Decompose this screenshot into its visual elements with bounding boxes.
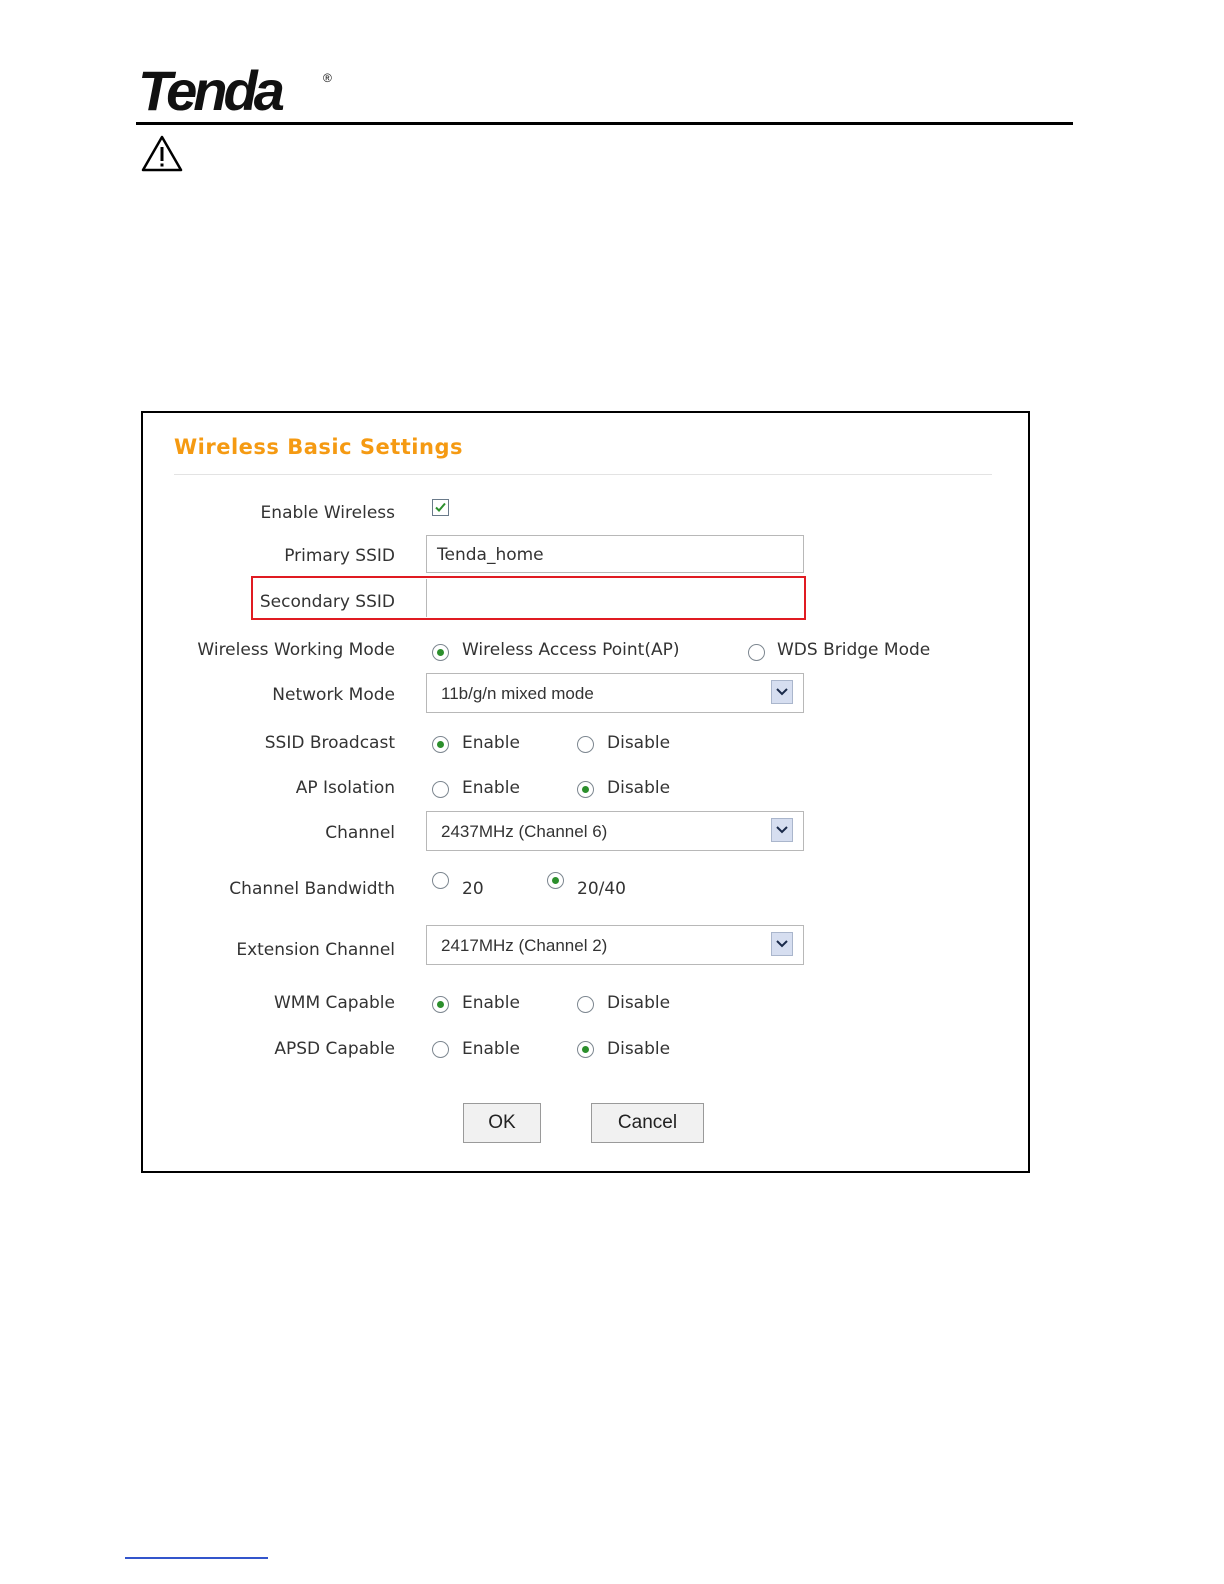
primary-ssid-input[interactable]: Tenda_home (426, 535, 804, 573)
ssid-broadcast-label: SSID Broadcast (264, 733, 395, 753)
extension-channel-select[interactable]: 2417MHz (Channel 2) (426, 925, 804, 965)
enable-wireless-label: Enable Wireless (260, 503, 395, 523)
ap-isolation-disable-label: Disable (607, 778, 671, 798)
ssid-broadcast-enable-label: Enable (462, 733, 520, 753)
wmm-enable-radio[interactable] (432, 996, 449, 1013)
apsd-disable-radio[interactable] (577, 1041, 594, 1058)
channel-label: Channel (325, 823, 395, 843)
channel-value: 2437MHz (Channel 6) (441, 822, 608, 841)
logo-registered-mark: ® (323, 71, 332, 85)
checkmark-icon (435, 502, 446, 512)
network-mode-label: Network Mode (272, 685, 395, 705)
ap-isolation-label: AP Isolation (295, 778, 395, 798)
working-mode-ap-radio[interactable] (432, 644, 449, 661)
working-mode-label: Wireless Working Mode (197, 640, 395, 660)
header-rule (136, 122, 1073, 125)
ap-isolation-enable-radio[interactable] (432, 781, 449, 798)
wmm-enable-label: Enable (462, 993, 520, 1013)
ap-isolation-enable-label: Enable (462, 778, 520, 798)
footer-link-underline (125, 1557, 268, 1559)
working-mode-wds-radio[interactable] (748, 644, 765, 661)
ssid-broadcast-disable-label: Disable (607, 733, 671, 753)
warning-triangle-icon (140, 134, 184, 174)
secondary-ssid-highlight-box (251, 576, 806, 620)
chevron-down-icon[interactable] (771, 680, 793, 704)
logo-text: Tenda (138, 62, 284, 117)
ssid-broadcast-disable-radio[interactable] (577, 736, 594, 753)
channel-bandwidth-label: Channel Bandwidth (229, 879, 395, 899)
working-mode-wds-label: WDS Bridge Mode (777, 640, 931, 660)
enable-wireless-checkbox[interactable] (432, 499, 449, 516)
chevron-down-icon[interactable] (771, 818, 793, 842)
network-mode-value: 11b/g/n mixed mode (441, 684, 594, 703)
wmm-disable-radio[interactable] (577, 996, 594, 1013)
apsd-enable-label: Enable (462, 1039, 520, 1059)
cancel-button[interactable]: Cancel (591, 1103, 704, 1143)
bandwidth-20-label: 20 (462, 879, 484, 899)
network-mode-select[interactable]: 11b/g/n mixed mode (426, 673, 804, 713)
working-mode-ap-label: Wireless Access Point(AP) (462, 640, 680, 660)
wmm-label: WMM Capable (273, 993, 395, 1013)
apsd-label: APSD Capable (274, 1039, 395, 1059)
panel-title: Wireless Basic Settings (174, 435, 463, 459)
title-divider (174, 474, 992, 475)
apsd-enable-radio[interactable] (432, 1041, 449, 1058)
extension-channel-label: Extension Channel (236, 940, 395, 960)
ok-button[interactable]: OK (463, 1103, 541, 1143)
wmm-disable-label: Disable (607, 993, 671, 1013)
bandwidth-20-40-radio[interactable] (547, 872, 564, 889)
channel-select[interactable]: 2437MHz (Channel 6) (426, 811, 804, 851)
wireless-basic-settings-panel: Wireless Basic Settings Enable Wireless … (141, 411, 1030, 1173)
extension-channel-value: 2417MHz (Channel 2) (441, 936, 608, 955)
apsd-disable-label: Disable (607, 1039, 671, 1059)
ap-isolation-disable-radio[interactable] (577, 781, 594, 798)
primary-ssid-label: Primary SSID (284, 546, 395, 566)
bandwidth-20-40-label: 20/40 (577, 879, 626, 899)
ssid-broadcast-enable-radio[interactable] (432, 736, 449, 753)
tenda-logo: Tenda ® (138, 59, 338, 122)
bandwidth-20-radio[interactable] (432, 872, 449, 889)
chevron-down-icon[interactable] (771, 932, 793, 956)
